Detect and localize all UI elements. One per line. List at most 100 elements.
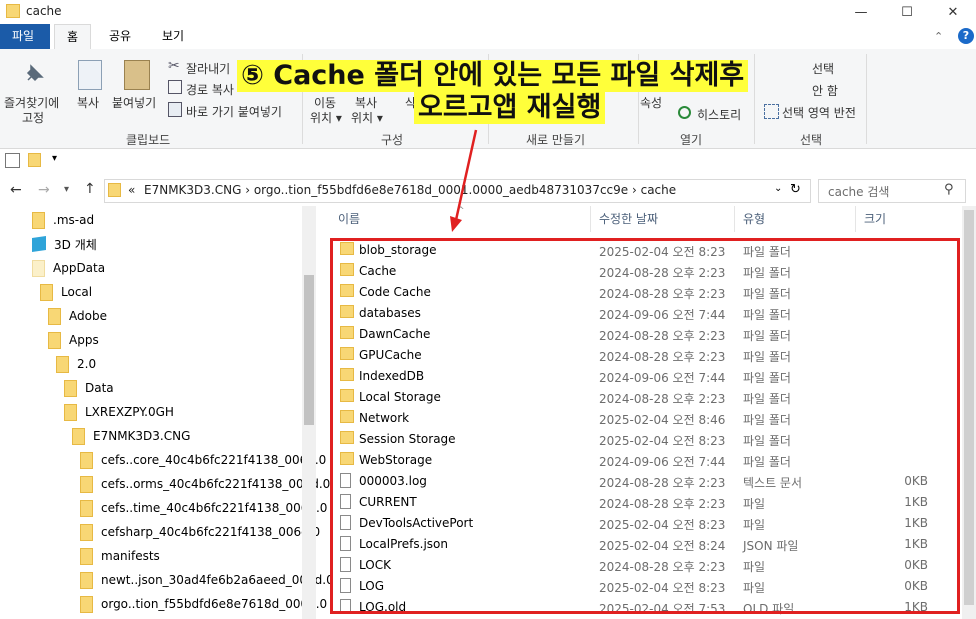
highlight-box (330, 238, 960, 614)
nav-item-label: E7NMK3D3.CNG (93, 429, 191, 443)
nav-item[interactable]: cefs..orms_40c4b6fc221f4138_006d.0 (80, 472, 330, 496)
column-date[interactable]: 수정한 날짜 (599, 210, 658, 227)
select-all-button[interactable]: 선택 (812, 60, 834, 77)
cut-button[interactable]: 잘라내기 (186, 60, 230, 77)
nav-item[interactable]: Local (40, 280, 92, 304)
copy-to-label[interactable]: 위치 ▾ (351, 109, 383, 126)
select-none-button[interactable]: 안 함 (812, 82, 838, 99)
folder-icon (80, 523, 93, 541)
invert-selection-button[interactable]: 선택 영역 반전 (782, 104, 856, 121)
cube-icon (32, 236, 46, 252)
nav-item-label: 3D 개체 (54, 237, 97, 252)
pin-icon (22, 62, 46, 86)
nav-item[interactable]: cefs..time_40c4b6fc221f4138_006d.0 (80, 496, 327, 520)
properties-button[interactable]: 속성 (640, 94, 662, 111)
group-select: 선택 (800, 133, 823, 147)
folder-icon (48, 331, 61, 349)
folder-icon[interactable] (28, 153, 49, 170)
up-icon[interactable]: ↑ (84, 181, 96, 197)
maximize-button[interactable]: ☐ (884, 0, 930, 24)
copy-button[interactable]: 복사 (77, 94, 99, 111)
nav-item[interactable]: 2.0 (56, 352, 96, 376)
column-type[interactable]: 유형 (743, 210, 765, 227)
nav-item-label: newt..json_30ad4fe6b2a6aeed_000d.0 (101, 573, 334, 587)
column-divider[interactable] (855, 206, 856, 232)
nav-item-label: 2.0 (77, 357, 97, 371)
address-dropdown-icon[interactable]: ⌄ (774, 183, 782, 194)
nav-item-label: orgo..tion_f55bdfd6e8e7618d_0001.0 (101, 597, 328, 611)
nav-item-label: .ms-ad (53, 213, 95, 227)
group-organize: 구성 (381, 133, 404, 147)
folder-icon (80, 595, 93, 613)
folder-icon (80, 499, 93, 517)
nav-item-label: LXREXZPY.0GH (85, 405, 174, 419)
group-clipboard: 클립보드 (126, 133, 171, 147)
ribbon-separator (866, 54, 867, 144)
window-title: cache (26, 4, 62, 18)
column-name[interactable]: 이름 (338, 210, 360, 227)
folder-icon (6, 4, 28, 21)
nav-item-label: manifests (101, 549, 160, 563)
navigation-pane: .ms-ad 3D 개체 AppData Local Adobe Apps 2.0 Data L… (0, 206, 334, 619)
ribbon-tabs (0, 24, 976, 50)
breadcrumb[interactable]: E7NMK3D3.CNG › orgo..tion_f55bdfd6e8e761… (144, 183, 676, 197)
nav-item[interactable]: .ms-ad (32, 208, 94, 232)
help-icon[interactable]: ? (958, 28, 974, 44)
nav-item-label: AppData (53, 261, 106, 275)
folder-icon (108, 183, 121, 197)
nav-item-label: cefsharp_40c4b6fc221f4138_006d.0 (101, 525, 321, 539)
checkbox-icon[interactable] (5, 153, 20, 168)
nav-item-label: Local (61, 285, 93, 299)
breadcrumb-overflow[interactable]: « (128, 183, 135, 197)
nav-item[interactable]: Data (64, 376, 114, 400)
folder-icon (80, 547, 93, 565)
column-divider[interactable] (590, 206, 591, 232)
tab-file[interactable]: 파일 (0, 24, 50, 49)
file-scrollbar-thumb[interactable] (964, 210, 974, 605)
folder-icon (32, 259, 45, 277)
nav-item[interactable]: Adobe (48, 304, 107, 328)
copy-path-button[interactable]: 경로 복사 (186, 81, 234, 98)
tab-view[interactable]: 보기 (150, 24, 196, 49)
nav-item[interactable]: E7NMK3D3.CNG (72, 424, 190, 448)
nav-item[interactable]: cefs..core_40c4b6fc221f4138_006d.0 (80, 448, 326, 472)
forward-icon[interactable]: → (38, 182, 50, 198)
nav-item[interactable]: cefsharp_40c4b6fc221f4138_006d.0 (80, 520, 320, 544)
move-to-label[interactable]: 위치 ▾ (310, 109, 342, 126)
refresh-icon[interactable]: ↻ (790, 182, 801, 197)
annotation-line-1: ⑤ Cache 폴더 안에 있는 모든 파일 삭제후 (237, 60, 749, 92)
nav-item-label: Apps (69, 333, 99, 347)
recent-dropdown-icon[interactable]: ▾ (64, 184, 69, 195)
nav-item[interactable]: Apps (48, 328, 99, 352)
nav-item[interactable]: orgo..tion_f55bdfd6e8e7618d_0001.0 (80, 592, 327, 616)
paste-button[interactable]: 붙여넣기 (112, 94, 156, 111)
nav-item[interactable]: manifests (80, 544, 160, 568)
nav-item[interactable]: 3D 개체 (32, 232, 97, 256)
paste-shortcut-button[interactable]: 바로 가기 붙여넣기 (186, 103, 282, 120)
group-open: 열기 (680, 133, 703, 147)
qat-dropdown-icon[interactable]: ▾ (52, 153, 57, 164)
nav-scrollbar-thumb[interactable] (304, 275, 314, 425)
history-button[interactable]: 히스토리 (697, 106, 741, 123)
tab-share[interactable]: 공유 (97, 24, 143, 49)
chevron-up-icon[interactable]: ⌃ (934, 30, 943, 43)
tab-home[interactable]: 홈 (54, 24, 92, 50)
close-button[interactable]: ✕ (930, 0, 976, 24)
search-input[interactable]: cache 검색 (828, 183, 889, 200)
nav-item[interactable]: AppData (32, 256, 105, 280)
pin-label-2[interactable]: 고정 (22, 109, 44, 126)
invert-selection-icon (764, 104, 779, 119)
minimize-button[interactable]: — (838, 0, 884, 24)
column-size[interactable]: 크기 (864, 210, 886, 227)
column-divider[interactable] (734, 206, 735, 232)
search-icon: ⚲ (944, 182, 954, 197)
folder-icon (48, 307, 61, 325)
nav-item-label: cefs..orms_40c4b6fc221f4138_006d.0 (101, 477, 331, 491)
annotation-line-2: 오르고앱 재실행 (414, 92, 606, 124)
group-new: 새로 만들기 (526, 133, 586, 147)
back-icon[interactable]: ← (10, 182, 22, 198)
nav-item[interactable]: LXREXZPY.0GH (64, 400, 174, 424)
paste-icon (124, 60, 150, 90)
nav-item[interactable]: newt..json_30ad4fe6b2a6aeed_000d.0 (80, 568, 334, 592)
history-icon (678, 106, 691, 119)
